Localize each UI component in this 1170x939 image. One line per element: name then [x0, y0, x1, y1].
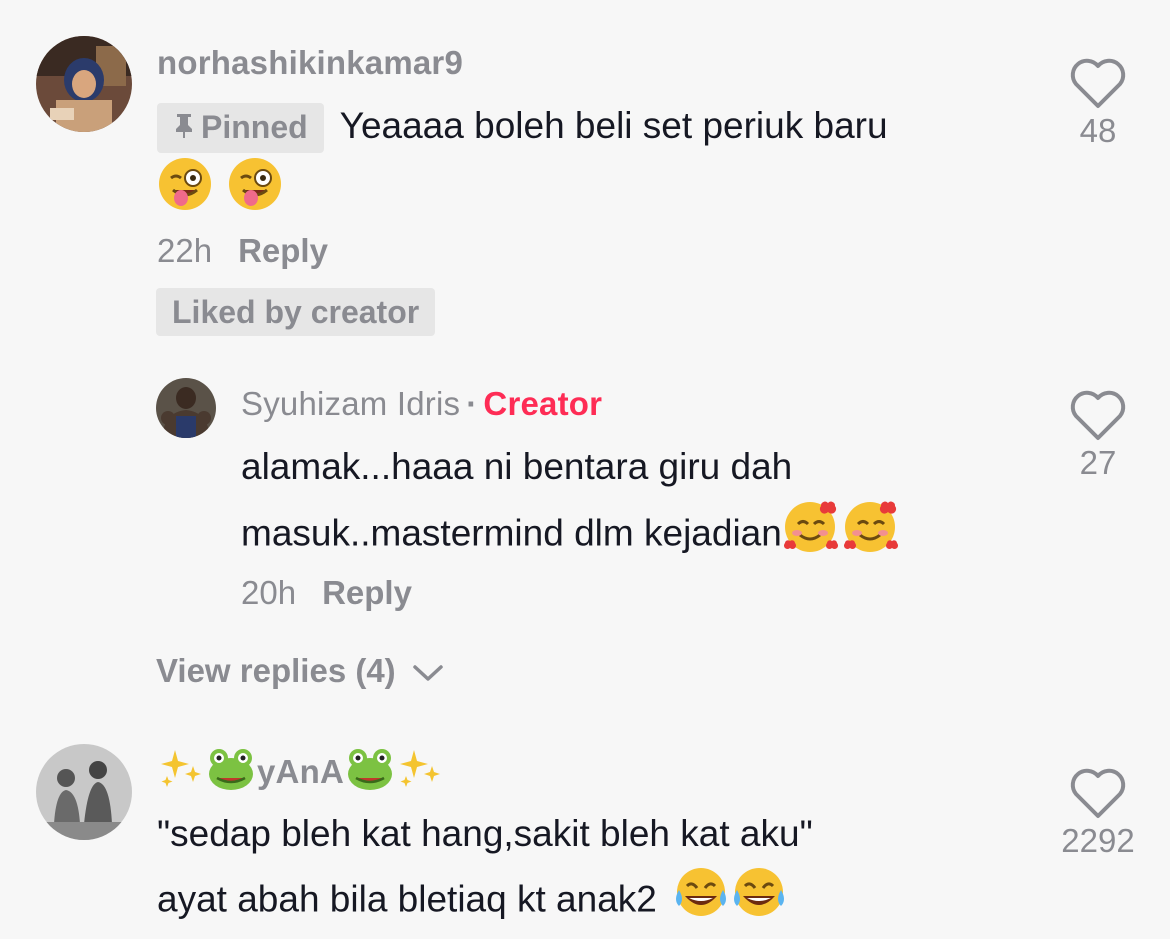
avatar[interactable] [36, 744, 132, 840]
sparkles-icon [396, 744, 444, 800]
timestamp: 22h [157, 232, 213, 269]
like-count: 48 [1079, 112, 1117, 149]
comment-text-line2: masuk..mastermind dlm kejadian [241, 497, 900, 574]
sparkles-icon [157, 744, 205, 800]
comment-text: "sedap bleh kat hang,sakit bleh kat aku" [157, 813, 813, 854]
reply-button[interactable]: Reply [322, 574, 412, 611]
comment-meta: 20h Reply [241, 574, 412, 612]
comment-text: Pinned Yeaaaa boleh beli set periuk baru [157, 94, 888, 157]
liked-by-creator-badge: Liked by creator [156, 288, 436, 336]
heart-icon [1070, 58, 1126, 108]
like-button[interactable]: 48 [1043, 58, 1153, 150]
like-count: 27 [1079, 444, 1117, 481]
frog-icon [205, 744, 257, 800]
smiling-hearts-emoji [782, 497, 840, 574]
tears-of-joy-emoji [731, 864, 787, 939]
pin-icon [173, 109, 195, 149]
username: yAnA [257, 753, 344, 790]
smiling-hearts-emoji [842, 497, 900, 574]
frog-icon [344, 744, 396, 800]
comment-meta: 22h Reply [157, 232, 328, 270]
avatar[interactable] [36, 36, 132, 132]
reply-button[interactable]: Reply [238, 232, 328, 269]
username-line: Syuhizam Idris · Creator [241, 385, 603, 422]
comment-text: alamak...haaa ni bentara giru dah [241, 446, 793, 487]
chevron-down-icon [411, 654, 445, 692]
view-replies-button[interactable]: View replies (4) [156, 652, 445, 692]
heart-icon [1070, 768, 1126, 818]
avatar[interactable] [156, 378, 216, 438]
pinned-badge: Pinned [157, 102, 324, 154]
timestamp: 20h [241, 574, 297, 611]
heart-icon [1070, 390, 1126, 440]
creator-badge: Creator [483, 385, 603, 422]
winking-tongue-emoji [157, 156, 213, 231]
like-button[interactable]: 27 [1043, 390, 1153, 482]
username-line[interactable]: yAnA [157, 744, 444, 800]
winking-tongue-emoji [227, 156, 283, 231]
tears-of-joy-emoji [673, 864, 729, 939]
comment-emoji-line [157, 156, 283, 231]
like-count: 2292 [1061, 822, 1135, 859]
like-button[interactable]: 2292 [1043, 768, 1153, 860]
comment-text-line2: ayat abah bila bletiaq kt anak2 [157, 864, 787, 939]
username[interactable]: norhashikinkamar9 [157, 44, 463, 82]
username[interactable]: Syuhizam Idris [241, 385, 460, 422]
